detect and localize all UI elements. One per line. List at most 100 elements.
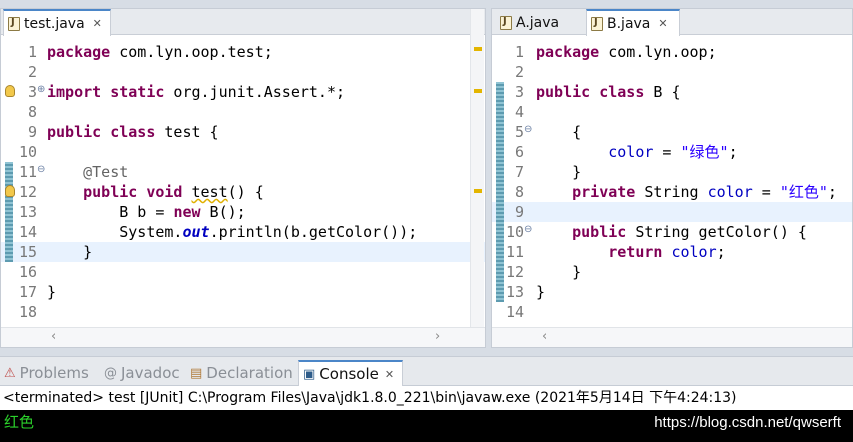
tab-test-java[interactable]: test.java ✕ — [3, 9, 111, 36]
code-text: return color; — [536, 242, 725, 262]
scroll-left-icon[interactable]: ‹ — [51, 329, 56, 344]
code-line[interactable]: 6 color = "绿色"; — [492, 142, 852, 162]
change-marker — [496, 82, 504, 302]
tab-label: Declaration — [206, 364, 293, 382]
code-token: color — [707, 183, 753, 201]
code-token: B(); — [200, 203, 246, 221]
close-icon[interactable]: ✕ — [93, 17, 102, 30]
line-number: 9 — [27, 123, 37, 141]
code-line[interactable]: 13} — [492, 282, 852, 302]
horizontal-scrollbar[interactable]: ‹ › — [1, 327, 485, 347]
code-line[interactable]: 2 — [492, 62, 852, 82]
close-icon[interactable]: ✕ — [658, 17, 667, 30]
line-number: 15 — [18, 243, 37, 261]
code-text: } — [536, 262, 581, 282]
expand-fold-icon[interactable]: ⊕ — [37, 84, 45, 95]
quickfix-bulb-icon[interactable] — [5, 85, 15, 97]
code-line[interactable]: 15 } — [1, 242, 485, 262]
code-line[interactable]: 17} — [1, 282, 485, 302]
right-code-area[interactable]: 1 package com.lyn.oop; 2 3 public class B {4… — [492, 42, 852, 322]
code-token: package — [47, 43, 111, 61]
code-line[interactable]: 11 @Test — [1, 162, 485, 182]
code-token: B { — [644, 83, 681, 101]
code-line[interactable]: 14 System.out.println(b.getColor()); — [1, 222, 485, 242]
tab-b-java[interactable]: B.java ✕ — [586, 9, 680, 36]
code-line[interactable]: 8 private String color = "红色"; — [492, 182, 852, 202]
code-line[interactable]: 9 — [492, 202, 852, 222]
console-terminated-line: <terminated> test [JUnit] C:\Program Fil… — [0, 386, 853, 410]
warning-marker[interactable] — [474, 189, 482, 193]
tab-console[interactable]: ▣ Console ✕ — [298, 360, 404, 386]
code-line[interactable]: 11 return color; — [492, 242, 852, 262]
scroll-right-icon[interactable]: › — [435, 329, 440, 344]
code-line[interactable]: 18 — [1, 302, 485, 322]
tab-label: Javadoc — [121, 364, 180, 382]
line-number: 10 — [18, 143, 37, 161]
code-line[interactable]: 16 — [1, 262, 485, 282]
code-line[interactable]: 14 — [492, 302, 852, 322]
code-token: public — [572, 223, 627, 241]
code-line[interactable]: 5 { — [492, 122, 852, 142]
tab-javadoc[interactable]: @ Javadoc — [104, 360, 180, 386]
tab-label: A.java — [516, 14, 560, 31]
code-token: } — [536, 283, 546, 301]
warning-marker[interactable] — [474, 89, 482, 93]
left-editor-tabbar: test.java ✕ — [1, 9, 485, 36]
scroll-left-icon[interactable]: ‹ — [542, 329, 547, 344]
tab-label: Console — [319, 365, 379, 383]
warning-marker[interactable] — [474, 47, 482, 51]
code-line[interactable]: 12 public void test() { — [1, 182, 485, 202]
code-line[interactable]: 3 public class B { — [492, 82, 852, 102]
code-token: } — [536, 163, 582, 181]
code-token: } — [47, 283, 57, 301]
code-token: = — [653, 143, 681, 161]
code-token: color — [608, 143, 654, 161]
line-number: 8 — [27, 103, 37, 121]
left-code-area[interactable]: 1 package com.lyn.oop.test; 2 3 import stati… — [1, 42, 485, 322]
tab-problems[interactable]: ⚠ Problems — [4, 360, 89, 386]
horizontal-scrollbar[interactable]: ‹ — [492, 327, 852, 347]
code-text: } — [536, 162, 581, 182]
code-line[interactable]: 1 package com.lyn.oop.test; — [1, 42, 485, 62]
console-output-area[interactable]: 红色 https://blog.csdn.net/qwserft — [0, 410, 853, 442]
code-token: System. — [47, 223, 183, 241]
code-line[interactable]: 13 B b = new B(); — [1, 202, 485, 222]
tab-declaration[interactable]: ▤ Declaration — [190, 360, 293, 386]
line-number: 14 — [505, 303, 524, 321]
overview-ruler[interactable] — [470, 9, 484, 347]
collapse-fold-icon[interactable]: ⊖ — [37, 164, 45, 175]
code-text: public void test() { — [47, 182, 264, 202]
code-token: () { — [227, 183, 264, 201]
code-token: { — [536, 123, 582, 141]
code-line[interactable]: 12 } — [492, 262, 852, 282]
code-line[interactable]: 10 public String getColor() { — [492, 222, 852, 242]
code-line[interactable]: 8 — [1, 102, 485, 122]
line-number: 12 — [505, 263, 524, 281]
line-number: 10 — [505, 223, 524, 241]
tab-a-java[interactable]: A.java — [496, 9, 582, 36]
code-line[interactable]: 2 — [1, 62, 485, 82]
code-token: import static — [47, 83, 165, 101]
code-line[interactable]: 7 } — [492, 162, 852, 182]
line-number: 13 — [505, 283, 524, 301]
code-line[interactable]: 1 package com.lyn.oop; — [492, 42, 852, 62]
code-line[interactable]: 3 import static org.junit.Assert.*; — [1, 82, 485, 102]
collapse-fold-icon[interactable]: ⊖ — [524, 224, 532, 235]
code-token: test { — [155, 123, 219, 141]
problems-icon: ⚠ — [4, 365, 16, 381]
close-icon[interactable]: ✕ — [385, 368, 394, 381]
tab-label: Problems — [19, 364, 89, 382]
line-number: 12 — [18, 183, 37, 201]
code-line[interactable]: 9 public class test { — [1, 122, 485, 142]
code-line[interactable]: 4 — [492, 102, 852, 122]
code-text: package com.lyn.oop; — [536, 42, 717, 62]
collapse-fold-icon[interactable]: ⊖ — [524, 124, 532, 135]
java-file-icon — [500, 15, 512, 30]
code-token: public class — [536, 83, 645, 101]
code-line[interactable]: 10 — [1, 142, 485, 162]
quickfix-bulb-icon[interactable] — [5, 185, 15, 197]
